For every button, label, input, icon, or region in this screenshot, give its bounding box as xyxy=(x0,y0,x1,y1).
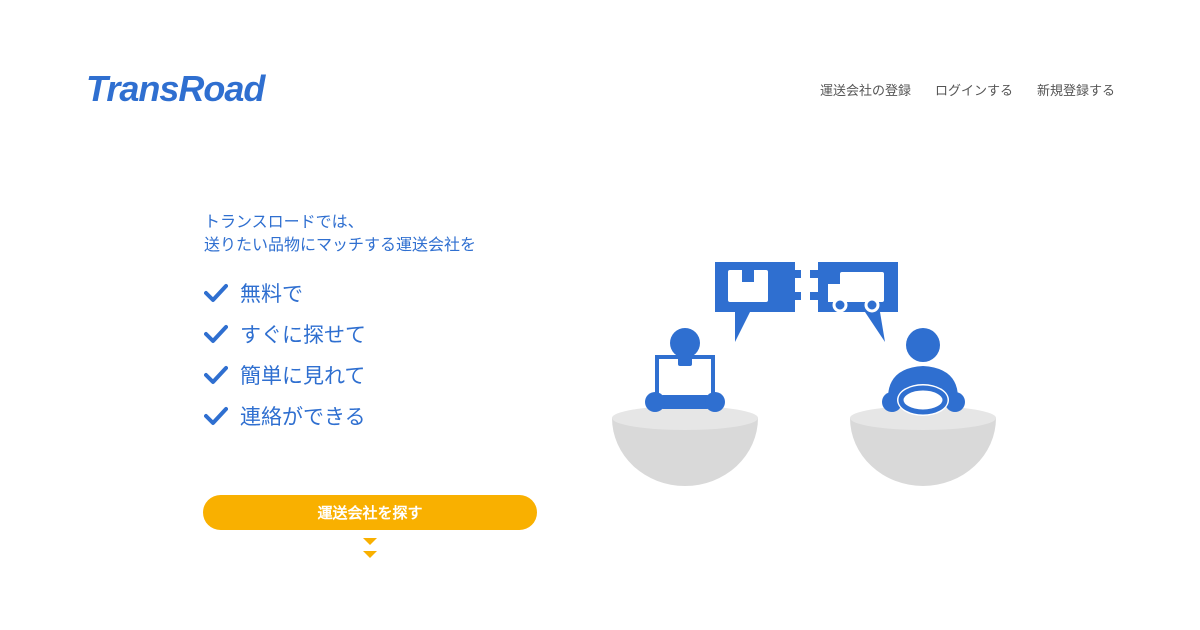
truck-icon xyxy=(810,262,898,342)
logo[interactable]: TransRoad xyxy=(86,68,265,110)
check-icon xyxy=(204,283,228,302)
feature-item: 簡単に見れて xyxy=(204,354,476,395)
matching-illustration xyxy=(612,262,996,486)
feature-item: すぐに探せて xyxy=(204,313,476,354)
nav-login[interactable]: ログインする xyxy=(935,80,1013,99)
feature-label: 無料で xyxy=(240,281,303,306)
intro-line-2: 送りたい品物にマッチする運送会社を xyxy=(204,235,477,254)
feature-label: 簡単に見れて xyxy=(240,363,366,388)
nav-signup[interactable]: 新規登録する xyxy=(1037,80,1115,99)
package-icon xyxy=(715,262,801,342)
feature-item: 連絡ができる xyxy=(204,395,476,436)
feature-label: 連絡ができる xyxy=(240,404,366,429)
hero: トランスロードでは、 送りたい品物にマッチする運送会社を 無料で すぐに探せて … xyxy=(204,210,476,436)
feature-item: 無料で xyxy=(204,272,476,313)
top-nav: 運送会社の登録 ログインする 新規登録する xyxy=(820,80,1115,99)
nav-register-carrier[interactable]: 運送会社の登録 xyxy=(820,80,911,99)
driver-person xyxy=(882,328,965,416)
find-carrier-button[interactable]: 運送会社を探す xyxy=(203,495,537,530)
intro-line-1: トランスロードでは、 xyxy=(204,212,364,231)
hero-intro: トランスロードでは、 送りたい品物にマッチする運送会社を xyxy=(204,210,476,256)
feature-list: 無料で すぐに探せて 簡単に見れて 連絡ができる xyxy=(204,272,476,436)
check-icon xyxy=(204,406,228,425)
left-bowl-top xyxy=(612,406,758,430)
feature-label: すぐに探せて xyxy=(240,322,366,347)
check-icon xyxy=(204,324,228,343)
chevron-down-icon[interactable] xyxy=(363,538,377,560)
check-icon xyxy=(204,365,228,384)
shipper-person xyxy=(645,328,725,412)
